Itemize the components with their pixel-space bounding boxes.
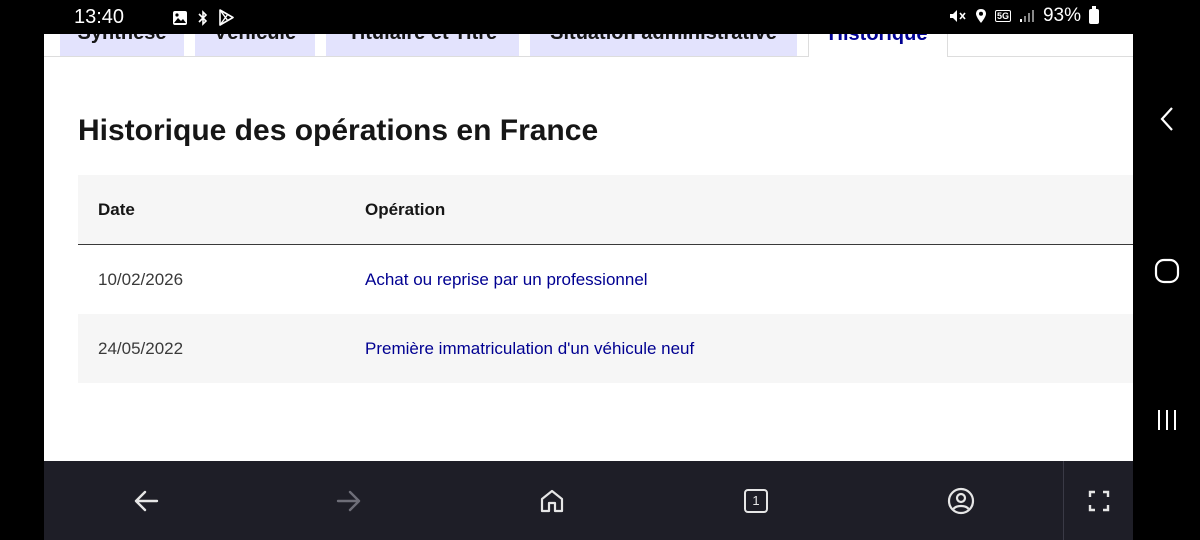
system-back-button[interactable] — [1133, 106, 1200, 132]
column-header-operation: Opération — [365, 200, 446, 219]
battery-icon — [1089, 5, 1099, 24]
mute-icon — [949, 10, 966, 22]
home-icon — [540, 489, 564, 513]
system-recents-button[interactable] — [1133, 408, 1200, 432]
browser-toolbar: 1 — [44, 461, 1133, 540]
history-table: Date Opération 10/02/2026 Achat ou repri… — [78, 175, 1133, 383]
home-button[interactable] — [534, 483, 570, 519]
tabs-button[interactable]: 1 — [738, 483, 774, 519]
row-date: 10/02/2026 — [98, 270, 184, 289]
page-title: Historique des opérations en France — [78, 114, 599, 147]
tab-synthese[interactable]: Synthèse — [60, 34, 184, 56]
system-home-button[interactable] — [1133, 258, 1200, 284]
fullscreen-button[interactable] — [1081, 483, 1117, 519]
back-button[interactable] — [128, 483, 164, 519]
row-operation: Première immatriculation d'un véhicule n… — [365, 339, 695, 358]
arrow-left-icon — [134, 490, 159, 512]
clock: 13:40 — [74, 6, 125, 28]
fullscreen-icon — [1088, 490, 1110, 512]
bluetooth-icon — [198, 9, 208, 26]
status-bar: 13:40 5G 93% — [44, 0, 1133, 34]
gallery-icon — [173, 10, 187, 25]
table-row: 10/02/2026 Achat ou reprise par un profe… — [78, 245, 1133, 314]
tab-vehicule[interactable]: Véhicule — [195, 34, 315, 56]
row-operation: Achat ou reprise par un professionnel — [365, 270, 648, 289]
battery-percent: 93% — [1042, 5, 1081, 26]
tab-situation-administrative[interactable]: Situation administrative — [530, 34, 797, 56]
table-header: Date Opération — [78, 175, 1133, 245]
toolbar-divider — [1063, 461, 1064, 540]
web-page: Synthèse Véhicule Titulaire et Titre Sit… — [44, 34, 1133, 461]
chevron-left-icon — [1160, 107, 1173, 131]
system-navigation — [1133, 0, 1200, 540]
table-row: 24/05/2022 Première immatriculation d'un… — [78, 314, 1133, 383]
column-header-date: Date — [98, 200, 135, 219]
signal-icon — [1019, 10, 1034, 22]
account-button[interactable] — [943, 483, 979, 519]
tab-historique[interactable]: Historique — [808, 34, 948, 57]
recents-icon — [1157, 410, 1176, 430]
play-store-icon — [219, 9, 234, 26]
network-type-badge: 5G — [994, 10, 1011, 22]
location-icon — [975, 9, 986, 23]
home-circle-icon — [1154, 258, 1179, 284]
tab-count: 1 — [752, 493, 760, 508]
tab-titulaire[interactable]: Titulaire et Titre — [326, 34, 519, 56]
account-icon — [947, 487, 975, 515]
row-date: 24/05/2022 — [98, 339, 184, 358]
forward-button[interactable] — [331, 483, 367, 519]
tabs-counter-icon: 1 — [744, 489, 768, 513]
tab-bar: Synthèse Véhicule Titulaire et Titre Sit… — [44, 34, 1133, 57]
arrow-right-icon — [336, 490, 361, 512]
